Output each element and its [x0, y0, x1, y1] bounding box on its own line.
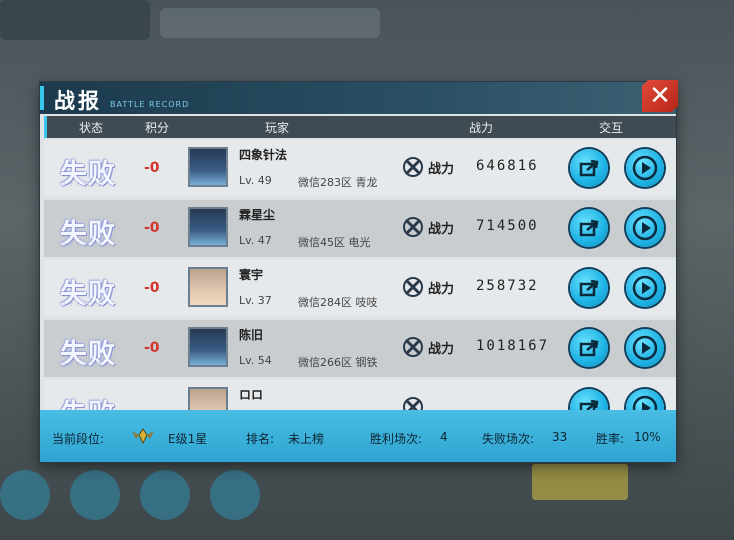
- share-button[interactable]: [570, 209, 608, 247]
- power-value: 1018167: [476, 338, 550, 354]
- crossed-swords-ban-icon: [403, 217, 423, 237]
- background-circle-4: [210, 470, 260, 520]
- player-name: 四象针法: [239, 148, 288, 162]
- player-level: Lv. 54: [239, 354, 272, 367]
- score-change: -0: [144, 280, 160, 296]
- close-icon: ✕: [649, 81, 671, 111]
- stats-footer: 当前段位: E级1星 排名: 未上榜 胜利场次: 4 失败场次: 33 胜率: …: [40, 410, 676, 462]
- play-icon: [632, 275, 658, 301]
- share-icon: [579, 279, 599, 297]
- replay-button[interactable]: [626, 329, 664, 367]
- power-value: 714500: [476, 218, 539, 234]
- result-sublabel: DEFEAT: [62, 302, 106, 308]
- share-icon: [579, 159, 599, 177]
- current-rank-label: 当前段位:: [52, 432, 105, 446]
- power-value: 258732: [476, 278, 539, 294]
- player-server: 微信45区 电光: [298, 236, 371, 249]
- share-button[interactable]: [570, 329, 608, 367]
- power-value: 646816: [476, 158, 539, 174]
- player-name: 陈旧: [239, 328, 264, 342]
- background-circle-1: [0, 470, 50, 520]
- table-header: 状态 积分 玩家 战力 交互: [44, 116, 676, 138]
- header-interact: 交互: [599, 121, 624, 135]
- score-change: -0: [144, 340, 160, 356]
- battle-row: 失败 DEFEAT -0 寰宇 Lv. 37 微信284区 吱吱 战力 2587…: [44, 260, 676, 317]
- background-circle-3: [140, 470, 190, 520]
- player-server: 微信283区 青龙: [298, 176, 378, 189]
- player-server: 微信266区 钢铁: [298, 356, 378, 369]
- winrate-label: 胜率:: [596, 432, 625, 446]
- battle-row: 失败 DEFEAT -0 四象针法 Lv. 49 微信283区 青龙 战力 64…: [44, 140, 676, 197]
- header-player: 玩家: [265, 121, 290, 135]
- play-icon: [632, 215, 658, 241]
- score-change: -0: [144, 220, 160, 236]
- replay-button[interactable]: [626, 209, 664, 247]
- battle-row: 失败 DEFEAT -0 霖星尘 Lv. 47 微信45区 电光 战力 7145…: [44, 200, 676, 257]
- result-sublabel: DEFEAT: [62, 242, 106, 248]
- power-label: 战力: [428, 342, 455, 357]
- share-button[interactable]: [570, 269, 608, 307]
- crossed-swords-ban-icon: [403, 277, 423, 297]
- wins-value: 4: [440, 430, 448, 444]
- window-title: 战报: [54, 89, 102, 113]
- crossed-swords-ban-icon: [403, 337, 423, 357]
- battle-report-panel: 战报 BATTLE RECORD 状态 积分 玩家 战力 交互 失败 DEFEA…: [40, 82, 676, 462]
- winrate-value: 10%: [634, 430, 661, 444]
- wins-label: 胜利场次:: [370, 432, 423, 446]
- crossed-swords-ban-icon: [403, 157, 423, 177]
- title-accent: [40, 86, 44, 110]
- battle-row: 失败 DEFEAT -0 陈旧 Lv. 54 微信266区 钢铁 战力 1018…: [44, 320, 676, 377]
- power-label: 战力: [428, 282, 455, 297]
- player-avatar[interactable]: [188, 327, 228, 367]
- play-icon: [632, 335, 658, 361]
- ranking-value: 未上榜: [288, 432, 325, 446]
- header-status: 状态: [79, 121, 104, 135]
- player-name: 霖星尘: [239, 208, 276, 222]
- replay-button[interactable]: [626, 269, 664, 307]
- result-sublabel: DEFEAT: [62, 182, 106, 188]
- player-name: ロロ: [239, 388, 264, 402]
- player-level: Lv. 47: [239, 234, 272, 247]
- header-score: 积分: [145, 121, 170, 135]
- play-icon: [632, 155, 658, 181]
- current-rank-value: E级1星: [168, 432, 208, 446]
- share-button[interactable]: [570, 149, 608, 187]
- player-avatar[interactable]: [188, 147, 228, 187]
- losses-label: 失败场次:: [482, 432, 535, 446]
- background-panel-left: [0, 0, 150, 40]
- score-change: -0: [144, 160, 160, 176]
- share-icon: [579, 219, 599, 237]
- window-subtitle: BATTLE RECORD: [110, 100, 190, 109]
- result-sublabel: DEFEAT: [62, 362, 106, 368]
- header-power: 战力: [469, 121, 494, 135]
- player-avatar[interactable]: [188, 207, 228, 247]
- share-icon: [579, 339, 599, 357]
- background-panel-top: [160, 8, 380, 38]
- player-avatar[interactable]: [188, 267, 228, 307]
- ranking-label: 排名:: [246, 432, 275, 446]
- power-label: 战力: [428, 162, 455, 177]
- replay-button[interactable]: [626, 149, 664, 187]
- power-label: 战力: [428, 222, 455, 237]
- player-level: Lv. 37: [239, 294, 272, 307]
- player-name: 寰宇: [239, 268, 264, 282]
- player-server: 微信284区 吱吱: [298, 296, 378, 309]
- background-button: [532, 464, 628, 500]
- rank-wings-icon: [132, 428, 154, 445]
- background-circle-2: [70, 470, 120, 520]
- title-bar: 战报 BATTLE RECORD: [40, 82, 676, 114]
- player-level: Lv. 49: [239, 174, 272, 187]
- close-button[interactable]: ✕: [642, 80, 678, 112]
- losses-value: 33: [552, 430, 568, 444]
